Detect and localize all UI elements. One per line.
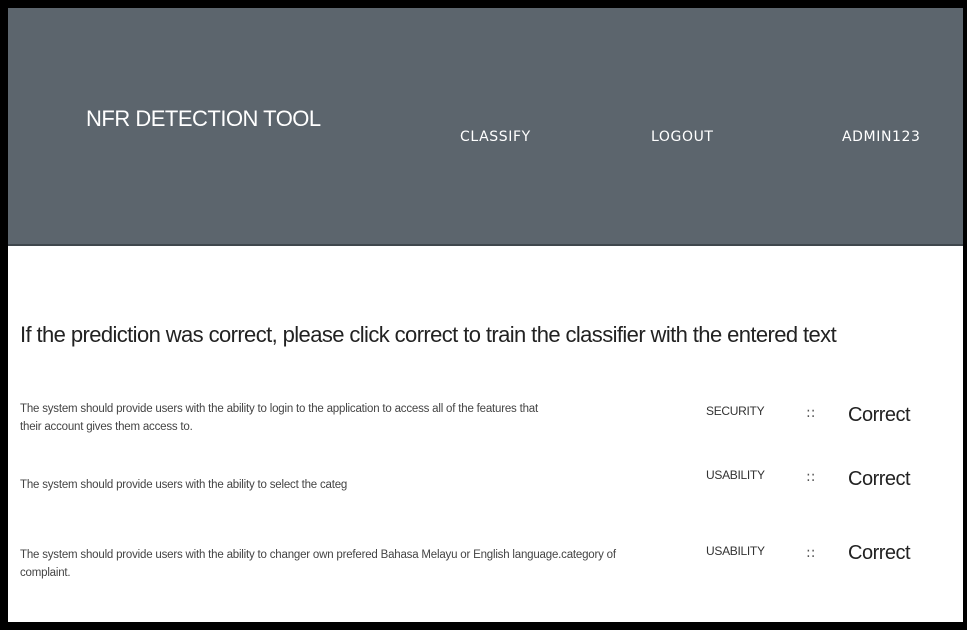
brand-title: NFR DETECTION TOOL	[86, 106, 321, 131]
nav-logout-link[interactable]: LOGOUT	[651, 129, 714, 145]
requirement-text: The system should provide users with the…	[20, 479, 348, 491]
top-navbar: NFR DETECTION TOOL CLASSIFY LOGOUT ADMIN…	[8, 8, 963, 246]
requirement-text: The system should provide users with the…	[20, 403, 538, 433]
correct-button[interactable]: Correct	[848, 542, 911, 565]
nav-user-link[interactable]: ADMIN123	[842, 129, 921, 145]
nav-classify-link[interactable]: CLASSIFY	[460, 129, 531, 145]
separator: ::	[806, 469, 816, 485]
separator: ::	[806, 545, 816, 561]
separator: ::	[806, 405, 816, 421]
category-label: SECURITY	[706, 404, 765, 418]
main-content: If the prediction was correct, please cl…	[8, 246, 963, 622]
app-frame: NFR DETECTION TOOL CLASSIFY LOGOUT ADMIN…	[0, 0, 967, 630]
correct-button[interactable]: Correct	[848, 404, 911, 427]
correct-button[interactable]: Correct	[848, 468, 911, 491]
category-label: USABILITY	[706, 544, 765, 558]
instruction-text: If the prediction was correct, please cl…	[20, 322, 837, 347]
category-label: USABILITY	[706, 468, 765, 482]
requirement-text: The system should provide users with the…	[20, 549, 616, 579]
